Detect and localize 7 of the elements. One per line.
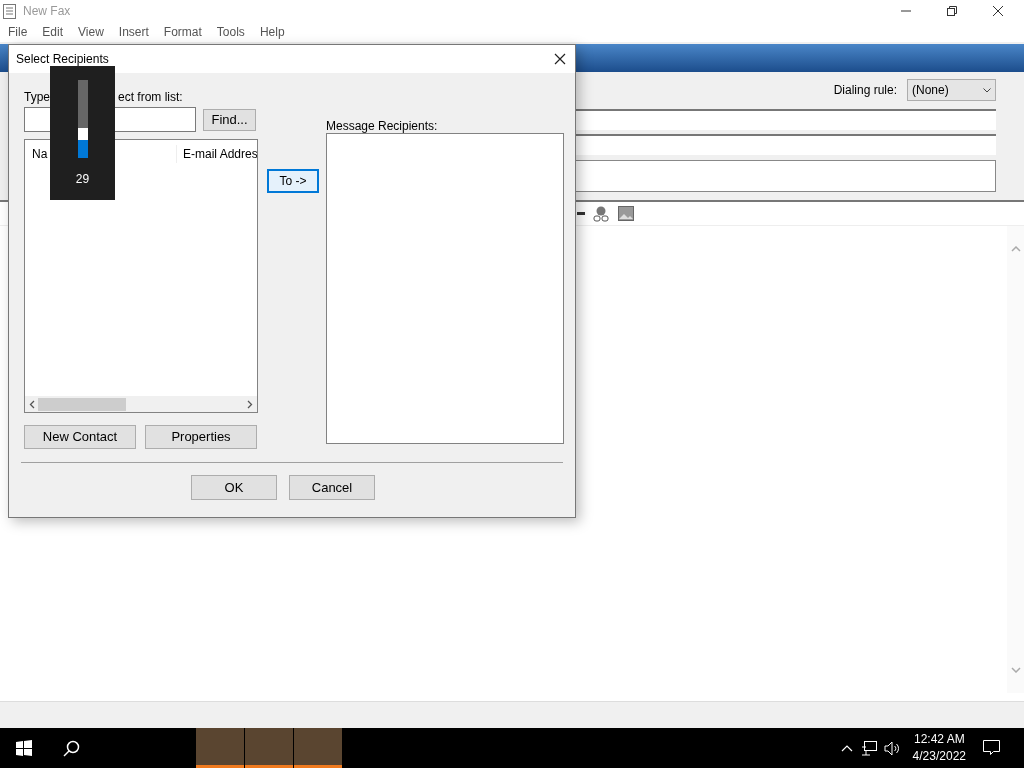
search-label: ect from list:: [118, 89, 183, 104]
volume-reading: 29: [75, 171, 90, 188]
recipients-label: Message Recipients:: [326, 118, 439, 133]
window-title: New Fax: [23, 3, 71, 20]
search-label: Type: [24, 89, 50, 104]
dialog-title: Select Recipients: [16, 51, 109, 68]
dialing-rule-label: Dialing rule:: [833, 82, 897, 99]
